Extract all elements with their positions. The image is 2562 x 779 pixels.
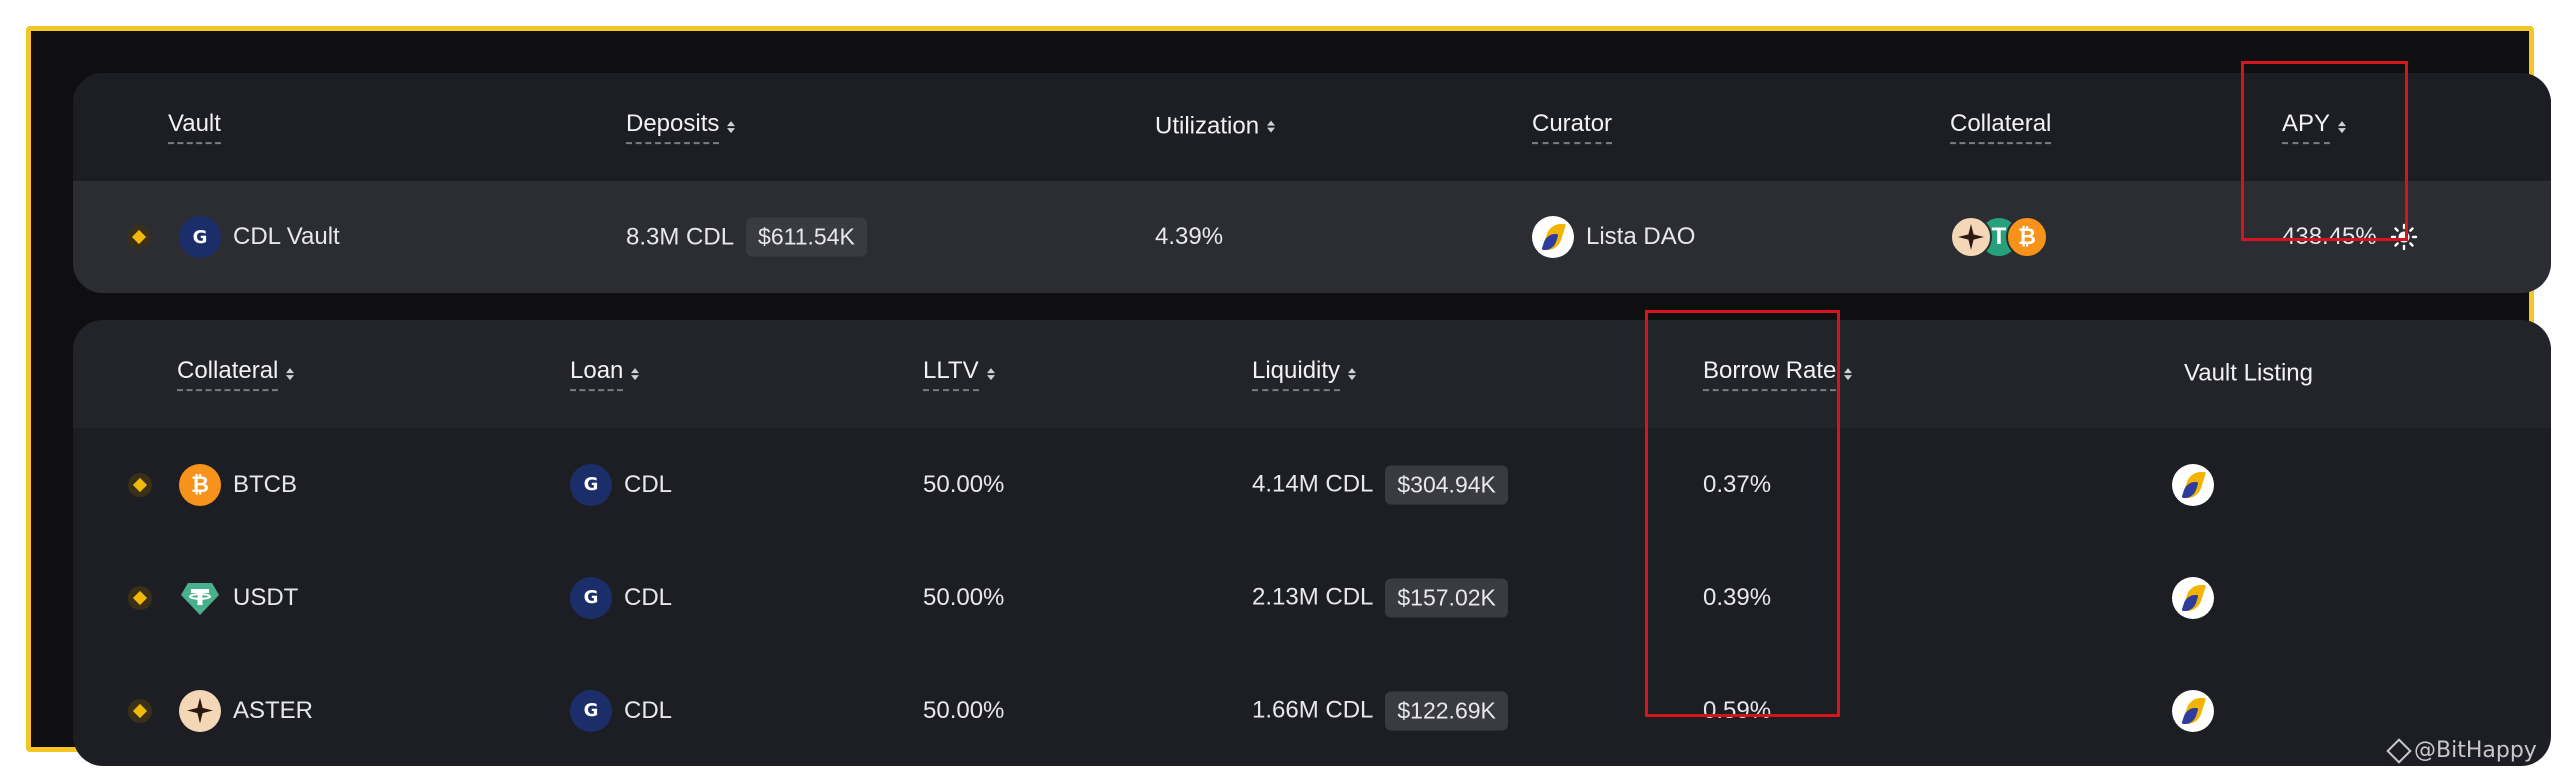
header-vault-listing: Vault Listing [2184,359,2313,387]
header-loan[interactable]: Loan [570,357,640,391]
vault-row[interactable]: CDL Vault 8.3M CDL $611.54K 4.39% Lista … [73,181,2551,293]
sort-icon[interactable] [727,120,736,133]
liquidity-usd-badge: $304.94K [1385,465,1508,504]
utilization-cell: 4.39% [1155,223,1224,250]
vault-table: Vault Deposits Utilization Curator Colla… [73,73,2551,293]
loan-cell[interactable]: CDL [570,463,672,506]
markets-table: Collateral Loan LLTV Liquidity Borrow Ra… [73,320,2551,766]
liquidity-cell: 2.13M CDL $157.02K [1252,578,1508,617]
markets-table-header: Collateral Loan LLTV Liquidity Borrow Ra… [73,320,2551,428]
borrow-rate-highlight-box [1645,310,1840,717]
aster-icon [179,689,221,732]
deposits-usd-badge: $611.54K [746,217,867,257]
liquidity-cell: 4.14M CDL $304.94K [1252,465,1508,504]
table-row[interactable]: BTCB CDL 50.00% 4.14M CDL $304.94K 0.37% [73,428,2551,541]
deposits-cell: 8.3M CDL $611.54K [626,217,867,257]
lltv-cell: 50.00% [923,583,1005,611]
lista-dao-icon [1532,216,1574,258]
lista-dao-icon[interactable] [2172,576,2214,619]
header-utilization[interactable]: Utilization [1155,113,1276,142]
bnb-chain-icon [128,585,152,610]
watermark: @BitHappy [2386,737,2537,764]
sort-icon[interactable] [986,367,995,380]
liquidity-usd-badge: $122.69K [1385,691,1508,730]
screenshot-frame: Vault Deposits Utilization Curator Colla… [26,26,2551,766]
table-row[interactable]: USDT CDL 50.00% 2.13M CDL $157.02K 0.39% [73,541,2551,654]
lltv-cell: 50.00% [923,470,1005,498]
header-liquidity[interactable]: Liquidity [1252,357,1357,391]
loan-cell[interactable]: CDL [570,689,672,732]
lltv-cell: 50.00% [923,696,1005,724]
sort-icon[interactable] [1267,120,1276,133]
cdl-icon [570,463,612,506]
loan-cell[interactable]: CDL [570,576,672,619]
sort-icon[interactable] [286,367,295,380]
watermark-logo-icon [2386,737,2412,764]
bnb-chain-icon [127,225,151,249]
header-curator[interactable]: Curator [1532,110,1613,144]
vault-table-header: Vault Deposits Utilization Curator Colla… [73,73,2551,181]
cdl-icon [570,689,612,732]
header-collateral[interactable]: Collateral [1950,110,2052,144]
sort-icon[interactable] [631,367,640,380]
header-collateral[interactable]: Collateral [177,357,295,391]
curator-cell[interactable]: Lista DAO [1532,216,1695,258]
sort-icon[interactable] [1348,367,1357,380]
apy-highlight-box [2241,61,2408,241]
header-vault[interactable]: Vault [168,110,221,144]
vault-listing-cell[interactable] [2172,689,2214,732]
vault-listing-cell[interactable] [2172,463,2214,506]
liquidity-usd-badge: $157.02K [1385,578,1508,617]
sort-icon[interactable] [1844,367,1853,380]
lista-dao-icon[interactable] [2172,463,2214,506]
bitcoin-icon [2006,216,2048,258]
usdt-icon [179,577,221,619]
bnb-chain-icon [128,698,152,723]
header-lltv[interactable]: LLTV [923,357,995,391]
collateral-cell[interactable]: ASTER [179,689,313,732]
table-row[interactable]: ASTER CDL 50.00% 1.66M CDL $122.69K 0.59… [73,654,2551,766]
aster-icon [1950,216,1992,258]
cdl-icon [570,576,612,619]
vault-listing-cell[interactable] [2172,576,2214,619]
header-deposits[interactable]: Deposits [626,110,736,144]
bitcoin-icon [179,463,221,506]
liquidity-cell: 1.66M CDL $122.69K [1252,691,1508,730]
collateral-cell[interactable]: USDT [179,577,298,619]
vault-name-cell[interactable]: CDL Vault [179,216,340,258]
collateral-cell[interactable]: BTCB [179,463,297,506]
cdl-icon [179,216,221,258]
lista-dao-icon[interactable] [2172,689,2214,732]
bnb-chain-icon [128,472,152,497]
collateral-icons-cell [1950,216,2048,258]
